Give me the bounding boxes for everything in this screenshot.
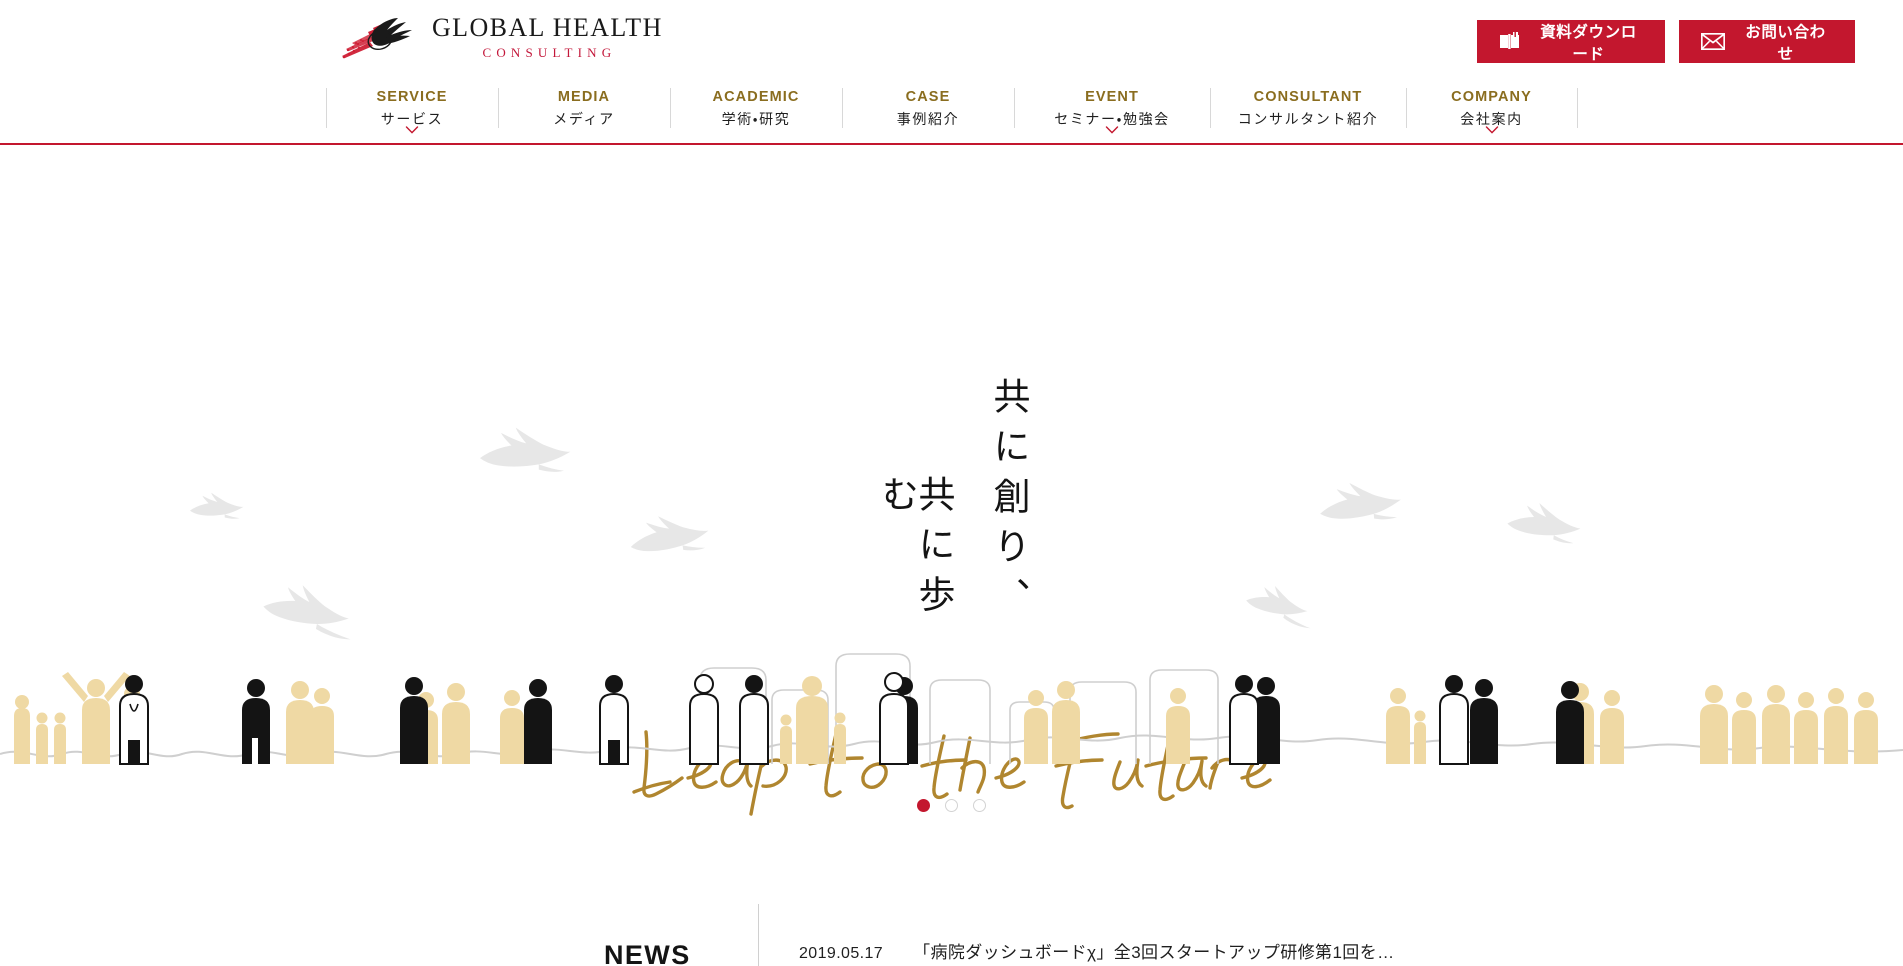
nav-item-label-jp: コンサルタント紹介 bbox=[1237, 111, 1379, 128]
book-download-icon bbox=[1499, 32, 1521, 51]
document-download-label: 資料ダウンロード bbox=[1540, 23, 1637, 63]
hero-vertical-line-1: 共に創り、 bbox=[987, 377, 1028, 627]
hero-carousel-dots bbox=[0, 799, 1903, 812]
nav-item-service[interactable]: SERVICE サービス bbox=[325, 88, 498, 134]
nav-item-media[interactable]: MEDIA メディア bbox=[497, 88, 670, 128]
document-download-button[interactable]: 資料ダウンロード bbox=[1477, 20, 1665, 63]
nav-item-label-en: CASE bbox=[905, 89, 951, 105]
nav-item-label-jp: 事例紹介 bbox=[896, 111, 960, 128]
nav-item-consultant[interactable]: CONSULTANT コンサルタント紹介 bbox=[1209, 88, 1406, 128]
header-actions: 資料ダウンロード お問い合わせ bbox=[1477, 20, 1855, 63]
chevron-down-icon[interactable] bbox=[405, 126, 419, 134]
mail-envelope-icon bbox=[1701, 33, 1725, 50]
people-silhouette-band bbox=[0, 653, 1903, 765]
news-label: NEWS bbox=[604, 940, 691, 966]
nav-item-label-en: SERVICE bbox=[376, 89, 448, 105]
contact-label: お問い合わせ bbox=[1745, 23, 1826, 63]
main-navigation: SERVICE サービス MEDIA メディア ACADEMIC 学術・研究 CASE 事例紹… bbox=[0, 88, 1903, 145]
nav-item-label-jp: 学術・研究 bbox=[721, 111, 791, 128]
chevron-down-icon[interactable] bbox=[1485, 126, 1498, 134]
hero-section: 共に創り、 共に歩む Leap to the Future bbox=[0, 145, 1903, 890]
nav-item-label-en: MEDIA bbox=[557, 89, 611, 105]
nav-item-label-en: EVENT bbox=[1085, 89, 1139, 105]
logo-subtitle: CONSULTING bbox=[482, 45, 617, 61]
nav-item-label-jp: メディア bbox=[553, 111, 615, 128]
news-item[interactable]: 2019.05.17 「病院ダッシュボードχ」全3回スタートアップ研修第1回を… bbox=[799, 938, 1395, 963]
carousel-dot-3[interactable] bbox=[973, 799, 986, 812]
hero-vertical-headline: 共に創り、 共に歩む bbox=[0, 377, 1903, 667]
news-item-title[interactable]: 「病院ダッシュボードχ」全3回スタートアップ研修第1回を… bbox=[913, 938, 1394, 963]
bird-swoosh-logo-icon bbox=[340, 16, 422, 60]
carousel-dot-2[interactable] bbox=[945, 799, 958, 812]
carousel-dot-1[interactable] bbox=[917, 799, 930, 812]
news-list: 2019.05.17 「病院ダッシュボードχ」全3回スタートアップ研修第1回を… bbox=[799, 904, 1395, 963]
nav-item-academic[interactable]: ACADEMIC 学術・研究 bbox=[669, 88, 842, 128]
nav-item-label-en: ACADEMIC bbox=[712, 89, 800, 105]
nav-item-label-en: COMPANY bbox=[1451, 89, 1532, 105]
nav-item-label-en: CONSULTANT bbox=[1253, 89, 1363, 105]
nav-item-company[interactable]: COMPANY 会社案内 bbox=[1405, 88, 1578, 134]
news-section: NEWS 2019.05.17 「病院ダッシュボードχ」全3回スタートアップ研修第… bbox=[0, 890, 1903, 966]
chevron-down-icon[interactable] bbox=[1105, 126, 1119, 134]
site-logo[interactable]: GLOBAL HEALTH CONSULTING bbox=[340, 14, 663, 61]
nav-item-case[interactable]: CASE 事例紹介 bbox=[841, 88, 1014, 128]
news-item-date: 2019.05.17 bbox=[799, 945, 884, 962]
news-divider bbox=[758, 904, 759, 966]
contact-button[interactable]: お問い合わせ bbox=[1679, 20, 1855, 63]
site-header: GLOBAL HEALTH CONSULTING 資料ダウンロード お問い合わせ… bbox=[0, 0, 1903, 145]
hero-vertical-line-2: 共に歩む bbox=[875, 475, 953, 625]
nav-item-event[interactable]: EVENT セミナー・勉強会 bbox=[1013, 88, 1210, 134]
logo-title: GLOBAL HEALTH bbox=[432, 13, 663, 42]
